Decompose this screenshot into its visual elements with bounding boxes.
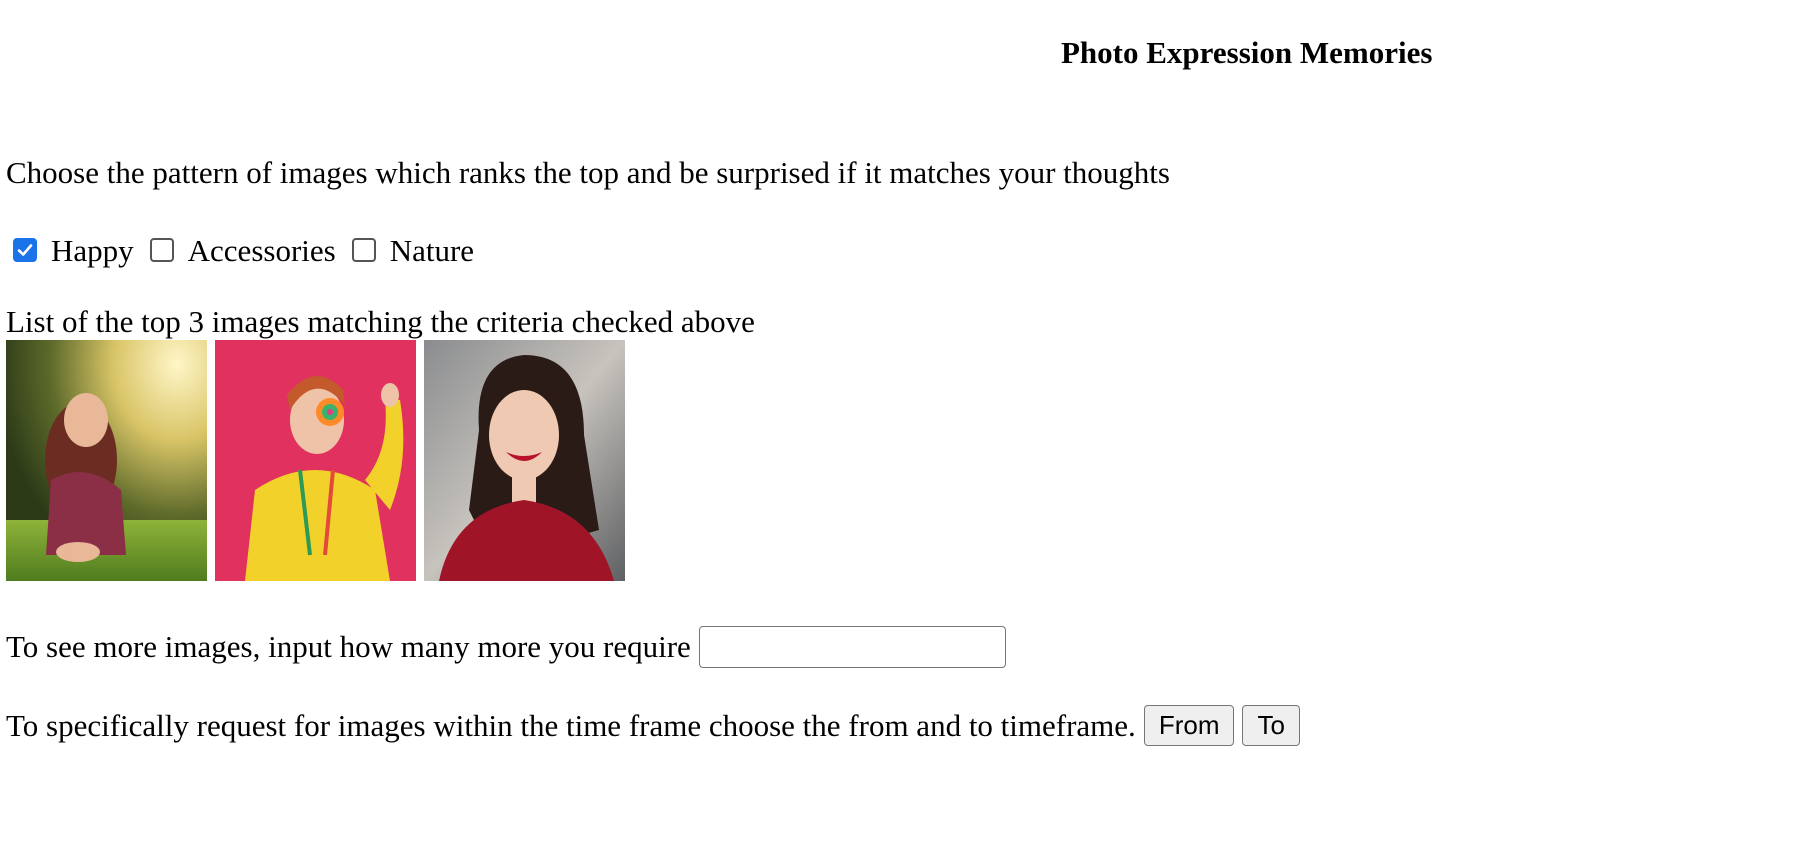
result-image-1[interactable] xyxy=(6,340,207,581)
photo-lollipop-woman xyxy=(215,340,416,581)
timeframe-prompt: To specifically request for images withi… xyxy=(6,707,1136,743)
photo-grass-woman xyxy=(6,340,207,581)
more-images-prompt: To see more images, input how many more … xyxy=(6,629,691,664)
more-images-row: To see more images, input how many more … xyxy=(6,626,1006,668)
filter-option-accessories[interactable]: Accessories xyxy=(149,232,336,268)
to-button[interactable]: To xyxy=(1242,705,1300,746)
filter-option-happy[interactable]: Happy xyxy=(13,235,134,266)
timeframe-row: To specifically request for images withi… xyxy=(6,705,1300,746)
checkmark-icon xyxy=(17,244,33,256)
happy-label: Happy xyxy=(51,232,134,268)
image-results-list xyxy=(6,340,625,581)
from-button[interactable]: From xyxy=(1143,705,1235,746)
filter-checkbox-group: Happy Accessories Nature xyxy=(13,230,490,270)
instruction-text: Choose the pattern of images which ranks… xyxy=(6,155,1170,190)
filter-option-nature[interactable]: Nature xyxy=(351,232,475,268)
more-images-count-input[interactable] xyxy=(698,626,1006,668)
nature-label: Nature xyxy=(389,232,475,268)
photo-smiling-woman xyxy=(424,340,625,581)
page-title: Photo Expression Memories xyxy=(1061,35,1433,70)
result-image-3[interactable] xyxy=(424,340,625,581)
happy-checkbox[interactable] xyxy=(13,238,37,262)
accessories-label: Accessories xyxy=(187,232,336,268)
accessories-checkbox[interactable] xyxy=(149,238,174,262)
result-image-2[interactable] xyxy=(215,340,416,581)
results-label: List of the top 3 images matching the cr… xyxy=(6,304,755,339)
nature-checkbox[interactable] xyxy=(351,238,376,262)
